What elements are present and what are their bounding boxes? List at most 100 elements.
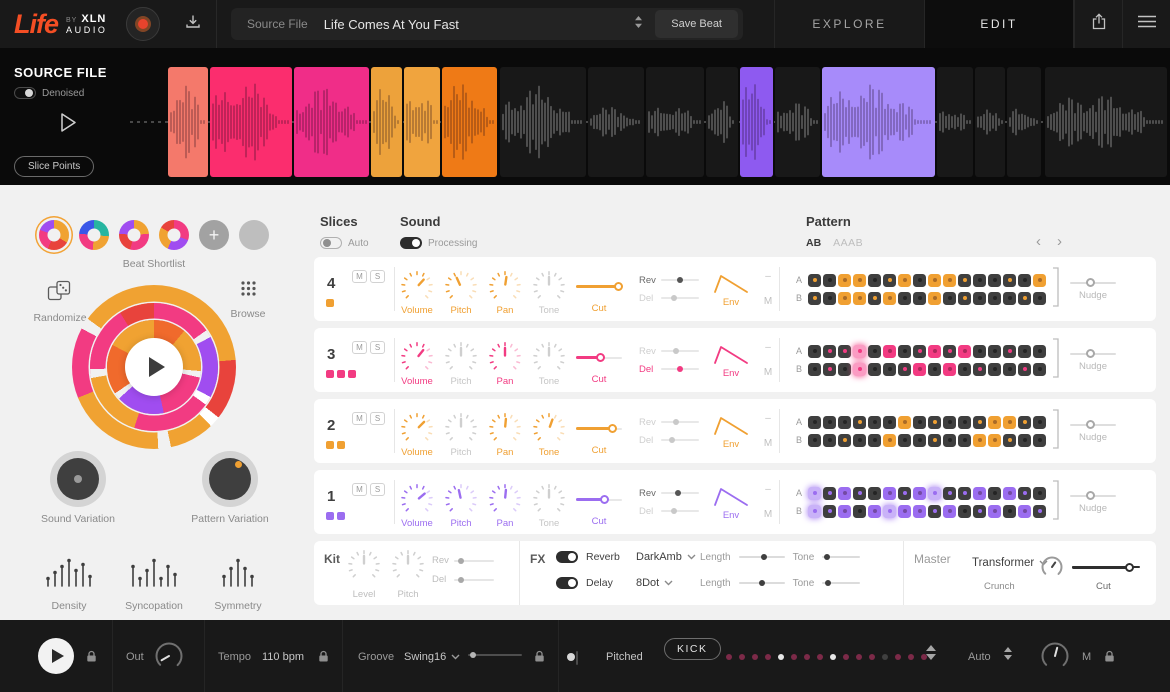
pattern-step[interactable] — [853, 292, 866, 305]
volume-knob[interactable]: Volume — [395, 413, 439, 458]
pattern-step[interactable] — [853, 487, 866, 500]
waveform-segment[interactable] — [706, 67, 738, 177]
cut-slider[interactable]: Cut — [571, 342, 627, 385]
pattern-step[interactable] — [823, 292, 836, 305]
pattern-step[interactable] — [1003, 274, 1016, 287]
pattern-step[interactable] — [838, 292, 851, 305]
out-knob[interactable] — [154, 641, 184, 674]
pattern-step[interactable] — [883, 274, 896, 287]
pattern-step[interactable] — [883, 345, 896, 358]
pattern-step[interactable] — [868, 345, 881, 358]
export-button[interactable] — [1074, 0, 1122, 48]
pattern-step[interactable] — [823, 274, 836, 287]
pattern-step[interactable] — [913, 363, 926, 376]
del-send[interactable]: Del — [639, 364, 705, 375]
pattern-step[interactable] — [823, 363, 836, 376]
cut-slider[interactable]: Cut — [571, 271, 627, 314]
pattern-step[interactable] — [943, 416, 956, 429]
pattern-step[interactable] — [823, 505, 836, 518]
pattern-variation-control[interactable]: Pattern Variation — [188, 451, 272, 525]
mute-button[interactable]: M — [352, 341, 367, 354]
tab-explore[interactable]: EXPLORE — [774, 0, 924, 48]
master-cut-slider[interactable] — [1072, 559, 1140, 577]
pattern-step[interactable] — [838, 274, 851, 287]
crunch-knob[interactable] — [1040, 555, 1064, 584]
pattern-step[interactable] — [958, 363, 971, 376]
volume-knob[interactable]: Volume — [395, 271, 439, 316]
step-dot[interactable] — [765, 654, 771, 660]
tone-knob[interactable]: Tone — [527, 413, 571, 458]
pattern-step[interactable] — [943, 487, 956, 500]
waveform-segment[interactable] — [1007, 67, 1041, 177]
pattern-step[interactable] — [973, 345, 986, 358]
source-file-dropdown[interactable]: Source File Life Comes At You Fast Save … — [231, 8, 743, 40]
waveform-segment[interactable] — [646, 67, 704, 177]
env-control[interactable]: Env — [705, 484, 757, 521]
master-lock[interactable] — [1104, 650, 1115, 666]
solo-button[interactable]: S — [370, 341, 385, 354]
pattern-step[interactable] — [1033, 416, 1046, 429]
del-send[interactable]: Del — [639, 293, 705, 304]
pattern-step[interactable] — [868, 505, 881, 518]
sound-variation-control[interactable]: Sound Variation — [36, 451, 120, 525]
cut-slider-control[interactable] — [576, 353, 622, 363]
pattern-step[interactable] — [1003, 345, 1016, 358]
rev-send-slider[interactable] — [661, 346, 699, 356]
step-dot[interactable] — [882, 654, 888, 660]
beat-shortlist-item[interactable] — [39, 220, 69, 250]
pattern-step[interactable] — [868, 363, 881, 376]
pattern-step[interactable] — [1003, 505, 1016, 518]
groove-amount-slider[interactable] — [468, 650, 522, 663]
density-control[interactable]: Density — [34, 557, 104, 612]
pattern-step[interactable] — [898, 416, 911, 429]
reverb-tone-slider[interactable] — [822, 552, 860, 562]
waveform-segment[interactable] — [588, 67, 644, 177]
mute-button[interactable]: M — [352, 270, 367, 283]
kit-rev-send[interactable]: Rev — [432, 555, 494, 566]
pattern-step[interactable] — [808, 487, 821, 500]
nudge-control[interactable]: Nudge — [1064, 278, 1122, 301]
pattern-step[interactable] — [898, 434, 911, 447]
rev-send-slider[interactable] — [661, 275, 699, 285]
waveform-segment[interactable] — [775, 67, 820, 177]
pattern-next-button[interactable]: › — [1057, 233, 1062, 250]
pattern-step[interactable] — [1018, 345, 1031, 358]
pattern-step[interactable] — [958, 292, 971, 305]
step-dot[interactable] — [856, 654, 862, 660]
pattern-prev-button[interactable]: ‹ — [1036, 233, 1041, 250]
solo-button[interactable]: S — [370, 412, 385, 425]
pattern-step[interactable] — [943, 274, 956, 287]
pattern-step[interactable] — [973, 292, 986, 305]
pattern-step[interactable] — [943, 292, 956, 305]
delay-preset-dropdown[interactable]: 8Dot — [636, 577, 692, 589]
pattern-step[interactable] — [868, 434, 881, 447]
delay-length-slider[interactable] — [739, 578, 785, 588]
cut-slider[interactable]: Cut — [571, 413, 627, 456]
processing-toggle[interactable] — [400, 237, 422, 249]
pattern-step[interactable] — [1003, 416, 1016, 429]
denoised-toggle-row[interactable]: Denoised — [14, 87, 84, 99]
volume-knob[interactable]: Volume — [395, 342, 439, 387]
step-dot[interactable] — [752, 654, 758, 660]
step-dot[interactable] — [726, 654, 732, 660]
waveform-slice[interactable] — [822, 67, 935, 177]
pattern-step[interactable] — [913, 505, 926, 518]
pattern-step[interactable] — [988, 345, 1001, 358]
pattern-step[interactable] — [988, 487, 1001, 500]
tone-knob[interactable]: Tone — [527, 342, 571, 387]
env-control[interactable]: Env — [705, 342, 757, 379]
pattern-step[interactable] — [958, 487, 971, 500]
pitched-toggle[interactable] — [576, 652, 578, 664]
pan-knob[interactable]: Pan — [483, 413, 527, 458]
step-dot[interactable] — [739, 654, 745, 660]
waveform-segment[interactable] — [937, 67, 973, 177]
pattern-step[interactable] — [928, 505, 941, 518]
delay-tone-slider[interactable] — [822, 578, 860, 588]
pattern-step[interactable] — [898, 345, 911, 358]
pattern-step[interactable] — [883, 487, 896, 500]
pattern-step[interactable] — [898, 487, 911, 500]
mute-button[interactable]: M — [352, 483, 367, 496]
pattern-mode-aaab[interactable]: AAAB — [833, 237, 863, 249]
pan-knob[interactable]: Pan — [483, 342, 527, 387]
pattern-step[interactable] — [928, 363, 941, 376]
